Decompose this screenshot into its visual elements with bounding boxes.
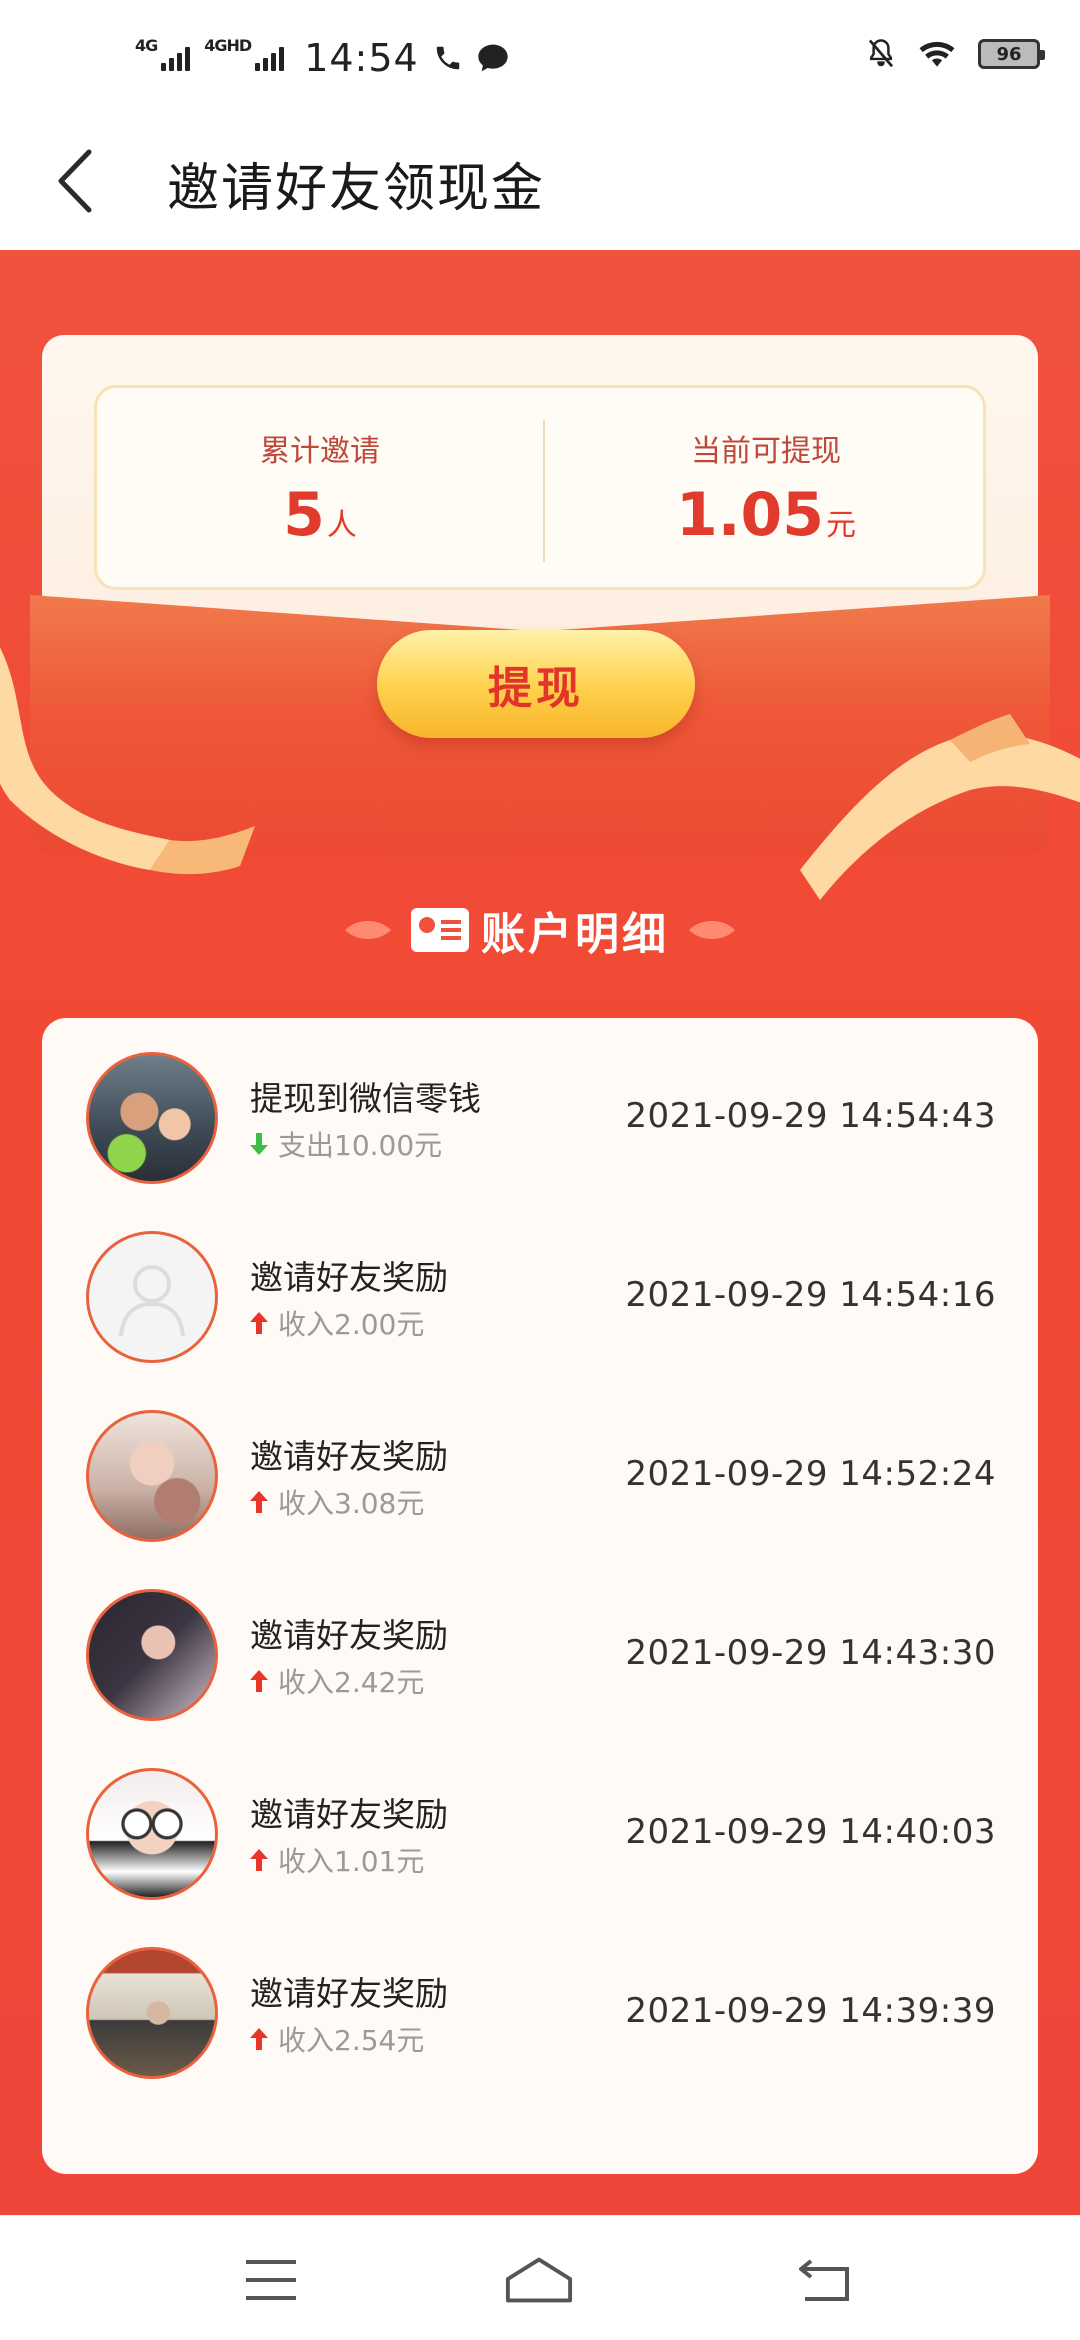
arrow-up-icon xyxy=(250,2028,268,2050)
arrow-up-icon xyxy=(250,1849,268,1871)
ribbon-right-decoration xyxy=(800,714,1080,900)
record-amount-line: 收入2.42元 xyxy=(250,1661,424,1701)
avatar xyxy=(86,1052,218,1184)
network-label: 4GHD xyxy=(204,36,252,55)
main-content: 累计邀请 5人 当前可提现 1.05元 提现 账户明细 提现到微信零钱 支出10… xyxy=(0,250,1080,2215)
records-list: 提现到微信零钱 支出10.00元 2021-09-29 14:54:43 邀请好… xyxy=(42,1018,1038,2174)
system-nav-bar xyxy=(0,2215,1080,2340)
arrow-up-icon xyxy=(250,1670,268,1692)
list-item[interactable]: 邀请好友奖励 收入2.00元 2021-09-29 14:54:16 xyxy=(42,1207,1038,1386)
stat-withdrawable-label: 当前可提现 xyxy=(691,434,841,469)
stat-invited-label: 累计邀请 xyxy=(260,434,380,469)
menu-button[interactable] xyxy=(236,2252,306,2308)
avatar xyxy=(86,1410,218,1542)
withdrawable-amount: 1.05 xyxy=(675,480,825,550)
home-icon xyxy=(505,2257,573,2303)
record-amount-line: 收入3.08元 xyxy=(250,1482,424,1522)
avatar xyxy=(86,1947,218,2079)
withdrawable-unit: 元 xyxy=(826,508,857,543)
network-label: 4G xyxy=(135,36,158,55)
status-right: 96 xyxy=(866,38,1045,70)
list-item[interactable]: 邀请好友奖励 收入2.54元 2021-09-29 14:39:39 xyxy=(42,1923,1038,2102)
signal-bars-icon xyxy=(161,45,191,71)
status-bar: 4G 4GHD 14:54 96 xyxy=(0,0,1080,110)
menu-icon xyxy=(246,2260,296,2300)
record-amount-line: 支出10.00元 xyxy=(250,1124,442,1164)
section-heading: 账户明细 xyxy=(0,890,1080,970)
signal-bars-icon xyxy=(255,45,285,71)
record-amount: 收入2.00元 xyxy=(278,1308,425,1341)
record-time: 2021-09-29 14:40:03 xyxy=(625,1812,996,1852)
stat-withdrawable: 当前可提现 1.05元 xyxy=(543,426,989,550)
record-time: 2021-09-29 14:54:43 xyxy=(625,1096,996,1136)
leaf-right-decoration xyxy=(689,921,735,939)
record-title: 提现到微信零钱 xyxy=(250,1079,481,1118)
avatar xyxy=(86,1231,218,1363)
page-title: 邀请好友领现金 xyxy=(167,159,546,219)
invited-unit: 人 xyxy=(326,508,357,543)
return-button[interactable] xyxy=(790,2252,860,2308)
section-title-text: 账户明细 xyxy=(481,909,669,960)
record-amount: 收入1.01元 xyxy=(278,1845,425,1878)
list-item[interactable]: 邀请好友奖励 收入1.01元 2021-09-29 14:40:03 xyxy=(42,1744,1038,1923)
record-title: 邀请好友奖励 xyxy=(250,1616,448,1655)
battery-icon: 96 xyxy=(978,39,1045,69)
signal-4ghd: 4GHD xyxy=(204,36,285,71)
bell-muted-icon xyxy=(868,39,894,68)
wifi-icon xyxy=(919,41,955,67)
arrow-up-icon xyxy=(250,1491,268,1513)
avatar xyxy=(86,1768,218,1900)
default-user-icon xyxy=(119,1265,185,1337)
stats-box: 累计邀请 5人 当前可提现 1.05元 xyxy=(94,385,986,590)
record-amount: 支出10.00元 xyxy=(278,1129,443,1162)
record-amount: 收入2.54元 xyxy=(278,2024,425,2057)
stat-invited-value: 5人 xyxy=(97,480,543,550)
list-item[interactable]: 邀请好友奖励 收入2.42元 2021-09-29 14:43:30 xyxy=(42,1565,1038,1744)
return-icon xyxy=(799,2259,849,2301)
withdraw-button[interactable]: 提现 xyxy=(377,630,695,738)
clock: 14:54 xyxy=(304,36,419,80)
account-card-icon xyxy=(411,908,469,952)
record-amount-line: 收入2.54元 xyxy=(250,2019,424,2059)
record-amount: 收入2.42元 xyxy=(278,1666,425,1699)
status-left: 4G 4GHD 14:54 xyxy=(135,36,509,80)
battery-level: 96 xyxy=(996,43,1022,65)
phone-icon xyxy=(436,46,459,70)
leaf-left-decoration xyxy=(345,921,391,939)
record-title: 邀请好友奖励 xyxy=(250,1258,448,1297)
record-time: 2021-09-29 14:39:39 xyxy=(625,1991,996,2031)
stat-invited: 累计邀请 5人 xyxy=(97,426,543,550)
message-icon xyxy=(478,44,508,72)
record-amount: 收入3.08元 xyxy=(278,1487,425,1520)
arrow-down-icon xyxy=(250,1133,268,1155)
record-time: 2021-09-29 14:54:16 xyxy=(625,1275,996,1315)
invited-count: 5 xyxy=(283,480,325,550)
back-button[interactable] xyxy=(40,136,110,226)
record-time: 2021-09-29 14:52:24 xyxy=(625,1454,996,1494)
record-amount-line: 收入1.01元 xyxy=(250,1840,424,1880)
section-title: 账户明细 xyxy=(411,898,669,962)
arrow-up-icon xyxy=(250,1312,268,1334)
record-time: 2021-09-29 14:43:30 xyxy=(625,1633,996,1673)
header: 邀请好友领现金 xyxy=(0,110,1080,250)
stat-withdrawable-value: 1.05元 xyxy=(543,480,989,550)
list-item[interactable]: 提现到微信零钱 支出10.00元 2021-09-29 14:54:43 xyxy=(42,1028,1038,1207)
home-button[interactable] xyxy=(504,2252,574,2308)
record-title: 邀请好友奖励 xyxy=(250,1437,448,1476)
signal-4g: 4G xyxy=(135,36,191,71)
chevron-left-icon xyxy=(58,149,92,213)
record-amount-line: 收入2.00元 xyxy=(250,1303,424,1343)
record-title: 邀请好友奖励 xyxy=(250,1974,448,2013)
avatar xyxy=(86,1589,218,1721)
ribbon-left-decoration xyxy=(0,647,255,875)
list-item[interactable]: 邀请好友奖励 收入3.08元 2021-09-29 14:52:24 xyxy=(42,1386,1038,1565)
record-title: 邀请好友奖励 xyxy=(250,1795,448,1834)
